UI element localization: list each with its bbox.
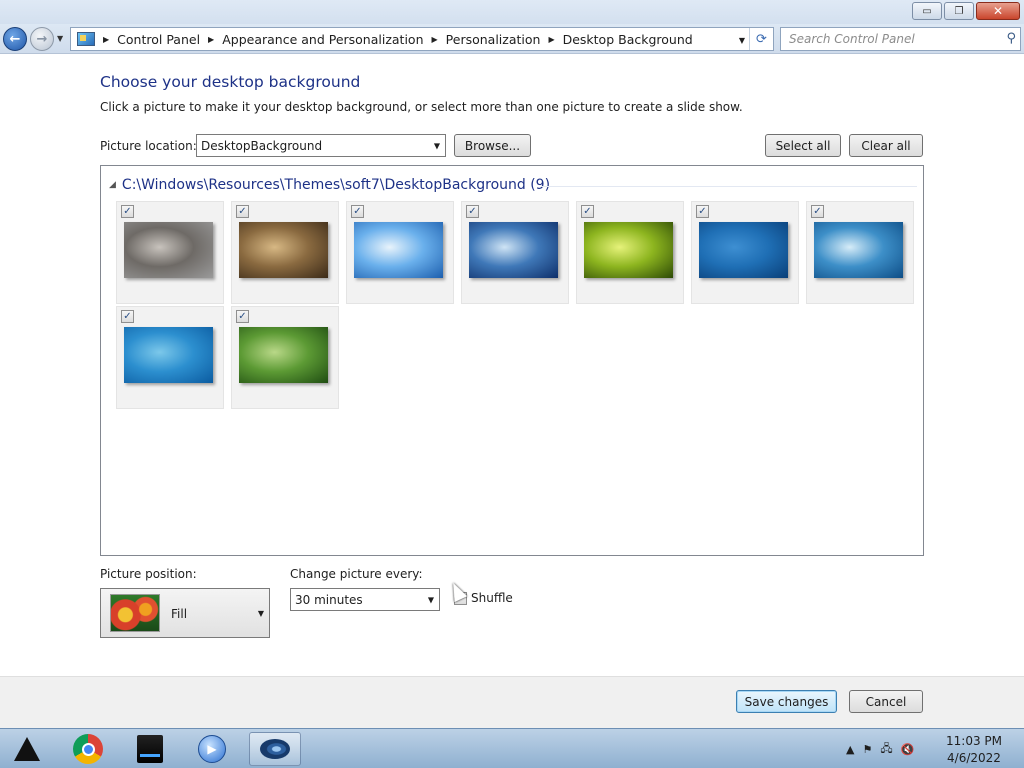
picture-location-dropdown[interactable]: DesktopBackground ▼ [196,134,446,157]
show-hidden-icons-icon[interactable]: ▲ [846,743,854,756]
breadcrumb-desktop-background[interactable]: Desktop Background [563,32,693,47]
group-header-label: C:\Windows\Resources\Themes\soft7\Deskto… [121,177,551,193]
picture-thumbnail[interactable] [699,222,788,278]
picture-position-dropdown[interactable]: Fill ▼ [100,588,270,638]
breadcrumb-control-panel[interactable]: Control Panel [117,32,200,47]
picture-tile[interactable]: ✓ [576,201,684,304]
collapse-triangle-icon[interactable]: ◢ [109,180,116,190]
picture-tile[interactable]: ✓ [116,201,224,304]
address-bar[interactable]: ▶ Control Panel ▶ Appearance and Persona… [70,27,774,51]
maximize-button[interactable]: ❐ [944,2,974,20]
picture-checkbox[interactable]: ✓ [466,205,479,218]
picture-thumbnail[interactable] [584,222,673,278]
picture-thumbnail[interactable] [124,327,213,383]
media-player-icon[interactable]: ▶ [195,732,229,766]
system-tray: ▲ ⚑ 🖧 🔇 [846,740,914,759]
picture-thumbnail[interactable] [469,222,558,278]
browse-button[interactable]: Browse... [454,134,531,157]
breadcrumb-separator-icon[interactable]: ▶ [432,35,438,44]
close-button[interactable]: ✕ [976,2,1020,20]
page-title: Choose your desktop background [100,73,361,91]
network-icon[interactable]: 🖧 [880,740,892,759]
chevron-down-icon: ▼ [427,595,434,604]
picture-location-value: DesktopBackground [201,138,323,153]
forward-button[interactable]: → [30,27,54,51]
chrome-icon[interactable] [71,732,105,766]
footer-bar: Save changes Cancel [0,676,1024,728]
address-dropdown-icon[interactable]: ▼ [739,36,745,45]
picture-gallery: ◢ C:\Windows\Resources\Themes\soft7\Desk… [100,165,924,556]
volume-muted-icon[interactable]: 🔇 [901,743,915,756]
picture-tile[interactable]: ✓ [346,201,454,304]
back-button[interactable]: ← [3,27,27,51]
picture-checkbox[interactable]: ✓ [581,205,594,218]
picture-checkbox[interactable]: ✓ [121,310,134,323]
app-logo-icon[interactable] [10,732,44,766]
picture-checkbox[interactable]: ✓ [236,205,249,218]
change-picture-label: Change picture every: [290,567,423,581]
swirl-app-icon[interactable] [249,732,301,766]
clock-date: 4/6/2022 [947,751,1001,765]
flag-icon[interactable]: ⚑ [862,743,872,756]
picture-thumbnail[interactable] [814,222,903,278]
picture-thumbnail[interactable] [124,222,213,278]
select-all-button[interactable]: Select all [765,134,841,157]
picture-checkbox[interactable]: ✓ [696,205,709,218]
search-icon[interactable]: ⚲ [1006,31,1016,46]
shuffle-label: Shuffle [471,591,513,605]
breadcrumb-appearance[interactable]: Appearance and Personalization [222,32,423,47]
page-subtitle: Click a picture to make it your desktop … [100,100,743,114]
recent-pages-dropdown-icon[interactable]: ▼ [57,34,63,43]
title-bar: ▭ ❐ ✕ [0,0,1024,24]
window-controls: ▭ ❐ ✕ [912,2,1020,20]
usb-drive-icon[interactable] [133,732,167,766]
picture-position-value: Fill [171,607,188,621]
group-divider [541,186,917,187]
clock-time: 11:03 PM [946,734,1002,748]
minimize-icon: ▭ [922,5,932,17]
maximize-icon: ❐ [954,5,964,17]
chevron-down-icon: ▼ [433,141,440,150]
picture-tile[interactable]: ✓ [461,201,569,304]
change-picture-interval-dropdown[interactable]: 30 minutes ▼ [290,588,440,611]
picture-checkbox[interactable]: ✓ [121,205,134,218]
save-changes-button[interactable]: Save changes [736,690,837,713]
picture-checkbox[interactable]: ✓ [236,310,249,323]
navigation-bar: ← → ▼ ▶ Control Panel ▶ Appearance and P… [0,24,1024,54]
breadcrumb-separator-icon[interactable]: ▶ [208,35,214,44]
clock[interactable]: 11:03 PM 4/6/2022 [944,733,1004,767]
group-header[interactable]: ◢ C:\Windows\Resources\Themes\soft7\Desk… [109,177,550,193]
breadcrumb-separator-icon[interactable]: ▶ [548,35,554,44]
picture-location-label: Picture location: [100,139,197,153]
chevron-down-icon: ▼ [257,609,264,618]
back-arrow-icon: ← [9,31,21,47]
picture-thumbnail[interactable] [239,327,328,383]
refresh-icon[interactable]: ⟳ [749,28,773,50]
search-box[interactable]: Search Control Panel ⚲ [780,27,1021,51]
picture-tile[interactable]: ✓ [116,306,224,409]
forward-arrow-icon: → [36,31,48,47]
minimize-button[interactable]: ▭ [912,2,942,20]
picture-tile[interactable]: ✓ [691,201,799,304]
picture-position-label: Picture position: [100,567,197,581]
clear-all-button[interactable]: Clear all [849,134,923,157]
picture-thumbnail[interactable] [354,222,443,278]
control-panel-icon [77,32,95,46]
picture-checkbox[interactable]: ✓ [811,205,824,218]
breadcrumb-separator-icon[interactable]: ▶ [103,35,109,44]
change-picture-interval-value: 30 minutes [295,592,363,607]
close-icon: ✕ [992,4,1004,18]
picture-tile[interactable]: ✓ [806,201,914,304]
position-preview-thumbnail [110,594,160,632]
picture-tile[interactable]: ✓ [231,201,339,304]
breadcrumb-personalization[interactable]: Personalization [446,32,541,47]
picture-tile[interactable]: ✓ [231,306,339,409]
picture-thumbnail[interactable] [239,222,328,278]
cancel-button[interactable]: Cancel [849,690,923,713]
picture-checkbox[interactable]: ✓ [351,205,364,218]
search-input[interactable]: Search Control Panel [789,32,915,46]
